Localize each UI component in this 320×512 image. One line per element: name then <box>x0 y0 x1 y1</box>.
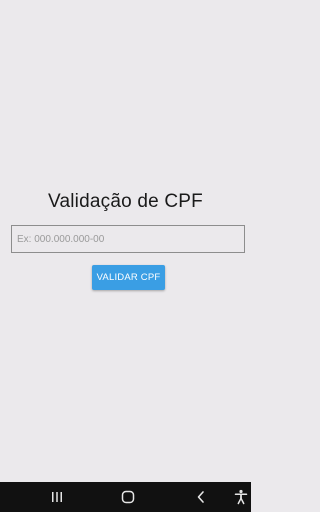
recent-apps-icon[interactable] <box>48 482 66 512</box>
system-navigation-bar <box>0 482 251 512</box>
app-screen: Validação de CPF VALIDAR CPF <box>0 0 251 482</box>
cpf-input[interactable] <box>11 225 245 253</box>
validate-cpf-button[interactable]: VALIDAR CPF <box>92 265 165 290</box>
accessibility-icon[interactable] <box>232 482 250 512</box>
page-title: Validação de CPF <box>48 191 203 212</box>
back-icon[interactable] <box>193 482 209 512</box>
home-icon[interactable] <box>119 482 137 512</box>
